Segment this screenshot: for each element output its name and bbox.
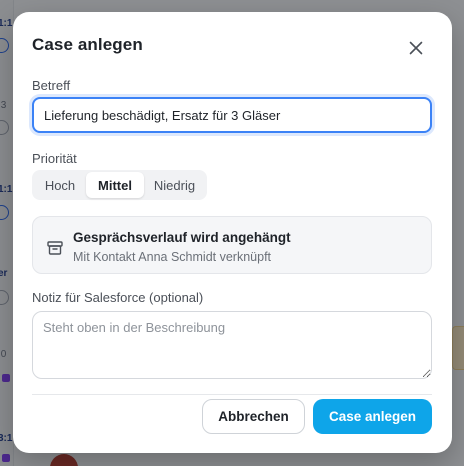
- close-icon: [409, 41, 423, 55]
- priority-option-niedrig[interactable]: Niedrig: [144, 172, 205, 198]
- contact-link-text: Mit Kontakt Anna Schmidt verknüpft: [73, 250, 272, 264]
- footer-divider: [32, 394, 432, 395]
- create-case-button[interactable]: Case anlegen: [313, 399, 432, 434]
- cancel-button[interactable]: Abbrechen: [202, 399, 305, 434]
- priority-label: Priorität: [32, 151, 77, 166]
- transcript-attach-title: Gesprächsverlauf wird angehängt: [73, 230, 291, 245]
- close-button[interactable]: [405, 37, 427, 59]
- archive-box-icon: [47, 241, 63, 255]
- note-label: Notiz für Salesforce (optional): [32, 290, 204, 305]
- priority-option-hoch[interactable]: Hoch: [34, 172, 86, 198]
- priority-option-mittel[interactable]: Mittel: [86, 172, 144, 198]
- subject-input[interactable]: [32, 97, 432, 133]
- transcript-attach-card: Gesprächsverlauf wird angehängt Mit Kont…: [32, 216, 432, 274]
- create-case-dialog: Case anlegen Betreff Priorität Hoch Mitt…: [13, 12, 452, 453]
- dialog-title: Case anlegen: [32, 35, 143, 54]
- subject-label: Betreff: [32, 78, 71, 93]
- priority-segmented-control: Hoch Mittel Niedrig: [32, 170, 207, 200]
- note-textarea[interactable]: [32, 311, 432, 379]
